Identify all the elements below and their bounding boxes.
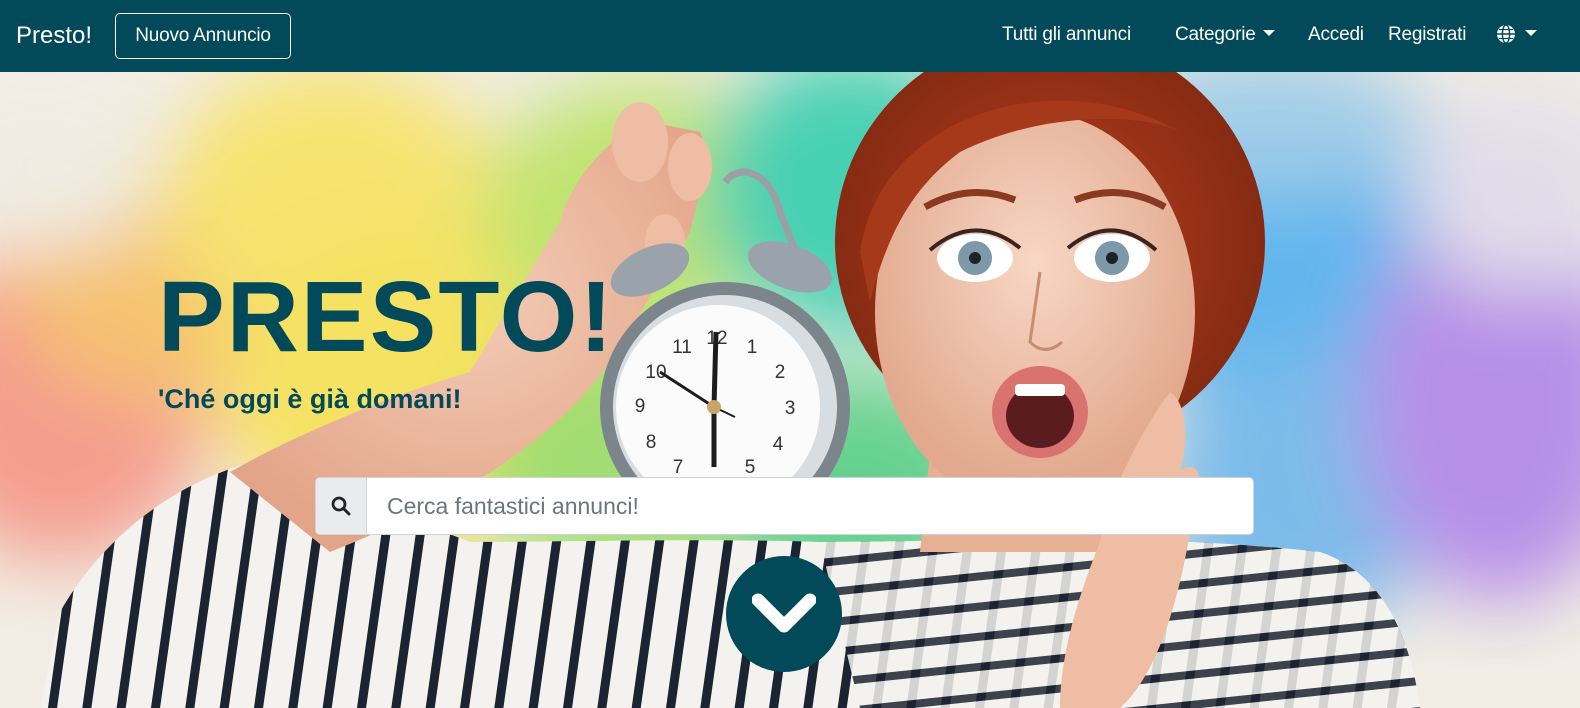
- svg-text:8: 8: [646, 432, 657, 453]
- svg-text:7: 7: [673, 457, 684, 478]
- svg-text:4: 4: [773, 434, 784, 455]
- chevron-down-icon: [752, 593, 816, 633]
- nav-register-link[interactable]: Registrati: [1388, 22, 1466, 48]
- svg-text:3: 3: [785, 398, 796, 419]
- caret-down-icon: [1262, 29, 1275, 36]
- nav-categories-label: Categorie: [1175, 24, 1256, 45]
- scroll-down-button[interactable]: [726, 556, 842, 672]
- svg-text:5: 5: [745, 457, 756, 478]
- nav-categories-dropdown[interactable]: Categorie: [1175, 22, 1275, 48]
- svg-text:1: 1: [747, 337, 758, 358]
- svg-text:11: 11: [672, 337, 692, 358]
- svg-text:2: 2: [775, 362, 786, 383]
- brand-logo-link[interactable]: Presto!: [16, 21, 92, 51]
- nav-all-ads-link[interactable]: Tutti gli annunci: [1002, 22, 1131, 48]
- search-bar: [315, 477, 1254, 535]
- caret-down-icon: [1525, 30, 1537, 36]
- top-navbar: Presto! Nuovo Annuncio Tutti gli annunci…: [0, 0, 1580, 72]
- language-dropdown[interactable]: [1496, 24, 1537, 46]
- search-button[interactable]: [316, 478, 367, 534]
- new-ad-button[interactable]: Nuovo Annuncio: [115, 13, 291, 59]
- hero-title: PRESTO!: [158, 261, 615, 373]
- svg-text:9: 9: [635, 396, 646, 417]
- hero-section: 12 1 2 3 4 5 7 8 9 10 11 PRESTO! 'Ché og…: [0, 72, 1580, 708]
- hero-subtitle: 'Ché oggi è già domani!: [158, 384, 462, 414]
- globe-icon: [1497, 24, 1515, 44]
- search-input[interactable]: [367, 478, 1253, 534]
- search-icon: [331, 496, 351, 516]
- nav-login-link[interactable]: Accedi: [1308, 22, 1364, 48]
